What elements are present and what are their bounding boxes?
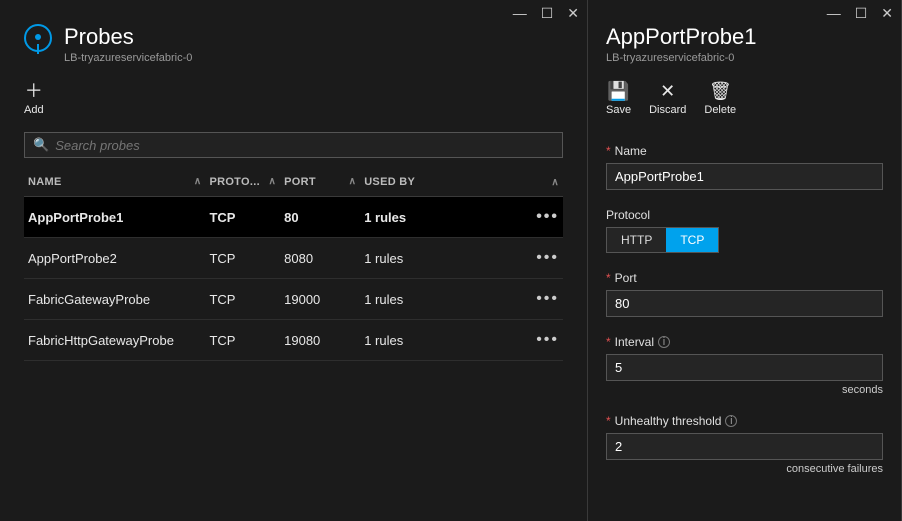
row-menu-button[interactable]: •••: [520, 279, 563, 320]
cell-protocol: TCP: [205, 238, 280, 279]
window-controls-left: — ☐ ✕: [513, 6, 579, 20]
cell-name: FabricHttpGatewayProbe: [24, 320, 205, 361]
info-icon[interactable]: i: [725, 415, 737, 427]
cell-name: AppPortProbe2: [24, 238, 205, 279]
page-title: Probes: [64, 24, 192, 50]
interval-field[interactable]: [606, 354, 883, 381]
cell-name: FabricGatewayProbe: [24, 279, 205, 320]
cell-port: 8080: [280, 238, 360, 279]
sort-icon: ∧: [349, 176, 357, 187]
row-menu-button[interactable]: •••: [520, 238, 563, 279]
table-header-row: NAME∧ PROTO...∧ PORT∧ USED BY ∧: [24, 168, 563, 197]
detail-subtitle: LB-tryazureservicefabric-0: [606, 52, 756, 64]
window-controls-right: — ☐ ✕: [827, 6, 893, 20]
plus-icon: ＋: [25, 82, 43, 100]
search-input[interactable]: [55, 138, 554, 153]
sort-icon: ∧: [269, 176, 277, 187]
detail-form: *Name Protocol HTTP TCP *Port *Intervali…: [588, 126, 901, 475]
threshold-field[interactable]: [606, 433, 883, 460]
add-label: Add: [24, 104, 44, 116]
probes-toolbar: ＋ Add: [0, 64, 587, 132]
col-header-port[interactable]: PORT∧: [280, 168, 360, 197]
cell-usedby: 1 rules: [360, 320, 520, 361]
cell-protocol: TCP: [205, 197, 280, 238]
probe-detail-panel: — ☐ ✕ AppPortProbe1 LB-tryazureservicefa…: [588, 0, 902, 521]
close-icon[interactable]: ✕: [567, 6, 579, 20]
discard-button[interactable]: ✕ Discard: [649, 82, 686, 116]
close-icon[interactable]: ✕: [881, 6, 893, 20]
trash-icon: 🗑: [709, 82, 732, 100]
cell-protocol: TCP: [205, 279, 280, 320]
col-header-name[interactable]: NAME∧: [24, 168, 205, 197]
cell-usedby: 1 rules: [360, 238, 520, 279]
interval-label: Interval: [615, 335, 654, 349]
minimize-icon[interactable]: —: [513, 6, 527, 20]
name-field[interactable]: [606, 163, 883, 190]
probes-header: Probes LB-tryazureservicefabric-0: [0, 0, 587, 64]
cell-port: 19080: [280, 320, 360, 361]
maximize-icon[interactable]: ☐: [541, 6, 554, 20]
search-box[interactable]: 🔍: [24, 132, 563, 158]
detail-title: AppPortProbe1: [606, 24, 756, 50]
protocol-tcp[interactable]: TCP: [666, 228, 718, 252]
port-field[interactable]: [606, 290, 883, 317]
probes-panel: — ☐ ✕ Probes LB-tryazureservicefabric-0 …: [0, 0, 588, 521]
col-header-usedby[interactable]: USED BY: [360, 168, 520, 197]
save-button[interactable]: 💾 Save: [606, 82, 631, 116]
probes-table: NAME∧ PROTO...∧ PORT∧ USED BY ∧ AppPortP…: [24, 168, 563, 361]
save-icon: 💾: [607, 82, 629, 100]
search-icon: 🔍: [33, 137, 49, 153]
col-header-menu: ∧: [520, 168, 563, 197]
threshold-label: Unhealthy threshold: [615, 414, 722, 428]
discard-label: Discard: [649, 104, 686, 116]
delete-label: Delete: [704, 104, 736, 116]
protocol-http[interactable]: HTTP: [607, 228, 666, 252]
cell-name: AppPortProbe1: [24, 197, 205, 238]
port-label: Port: [615, 271, 637, 285]
delete-button[interactable]: 🗑 Delete: [704, 82, 736, 116]
sort-icon: ∧: [551, 177, 559, 188]
cell-port: 19000: [280, 279, 360, 320]
cell-protocol: TCP: [205, 320, 280, 361]
maximize-icon[interactable]: ☐: [855, 6, 868, 20]
detail-toolbar: 💾 Save ✕ Discard 🗑 Delete: [588, 64, 901, 126]
threshold-unit: consecutive failures: [606, 463, 883, 475]
protocol-label: Protocol: [606, 208, 650, 222]
cell-usedby: 1 rules: [360, 197, 520, 238]
discard-icon: ✕: [660, 82, 675, 100]
probe-icon: [24, 24, 52, 52]
cell-port: 80: [280, 197, 360, 238]
minimize-icon[interactable]: —: [827, 6, 841, 20]
sort-icon: ∧: [194, 176, 202, 187]
page-subtitle: LB-tryazureservicefabric-0: [64, 52, 192, 64]
protocol-toggle: HTTP TCP: [606, 227, 719, 253]
add-button[interactable]: ＋ Add: [24, 82, 44, 116]
save-label: Save: [606, 104, 631, 116]
table-row[interactable]: FabricGatewayProbeTCP190001 rules•••: [24, 279, 563, 320]
info-icon[interactable]: i: [658, 336, 670, 348]
row-menu-button[interactable]: •••: [520, 320, 563, 361]
row-menu-button[interactable]: •••: [520, 197, 563, 238]
interval-unit: seconds: [606, 384, 883, 396]
col-header-protocol[interactable]: PROTO...∧: [205, 168, 280, 197]
table-row[interactable]: AppPortProbe1TCP801 rules•••: [24, 197, 563, 238]
table-row[interactable]: FabricHttpGatewayProbeTCP190801 rules•••: [24, 320, 563, 361]
name-label: Name: [615, 144, 647, 158]
table-row[interactable]: AppPortProbe2TCP80801 rules•••: [24, 238, 563, 279]
cell-usedby: 1 rules: [360, 279, 520, 320]
